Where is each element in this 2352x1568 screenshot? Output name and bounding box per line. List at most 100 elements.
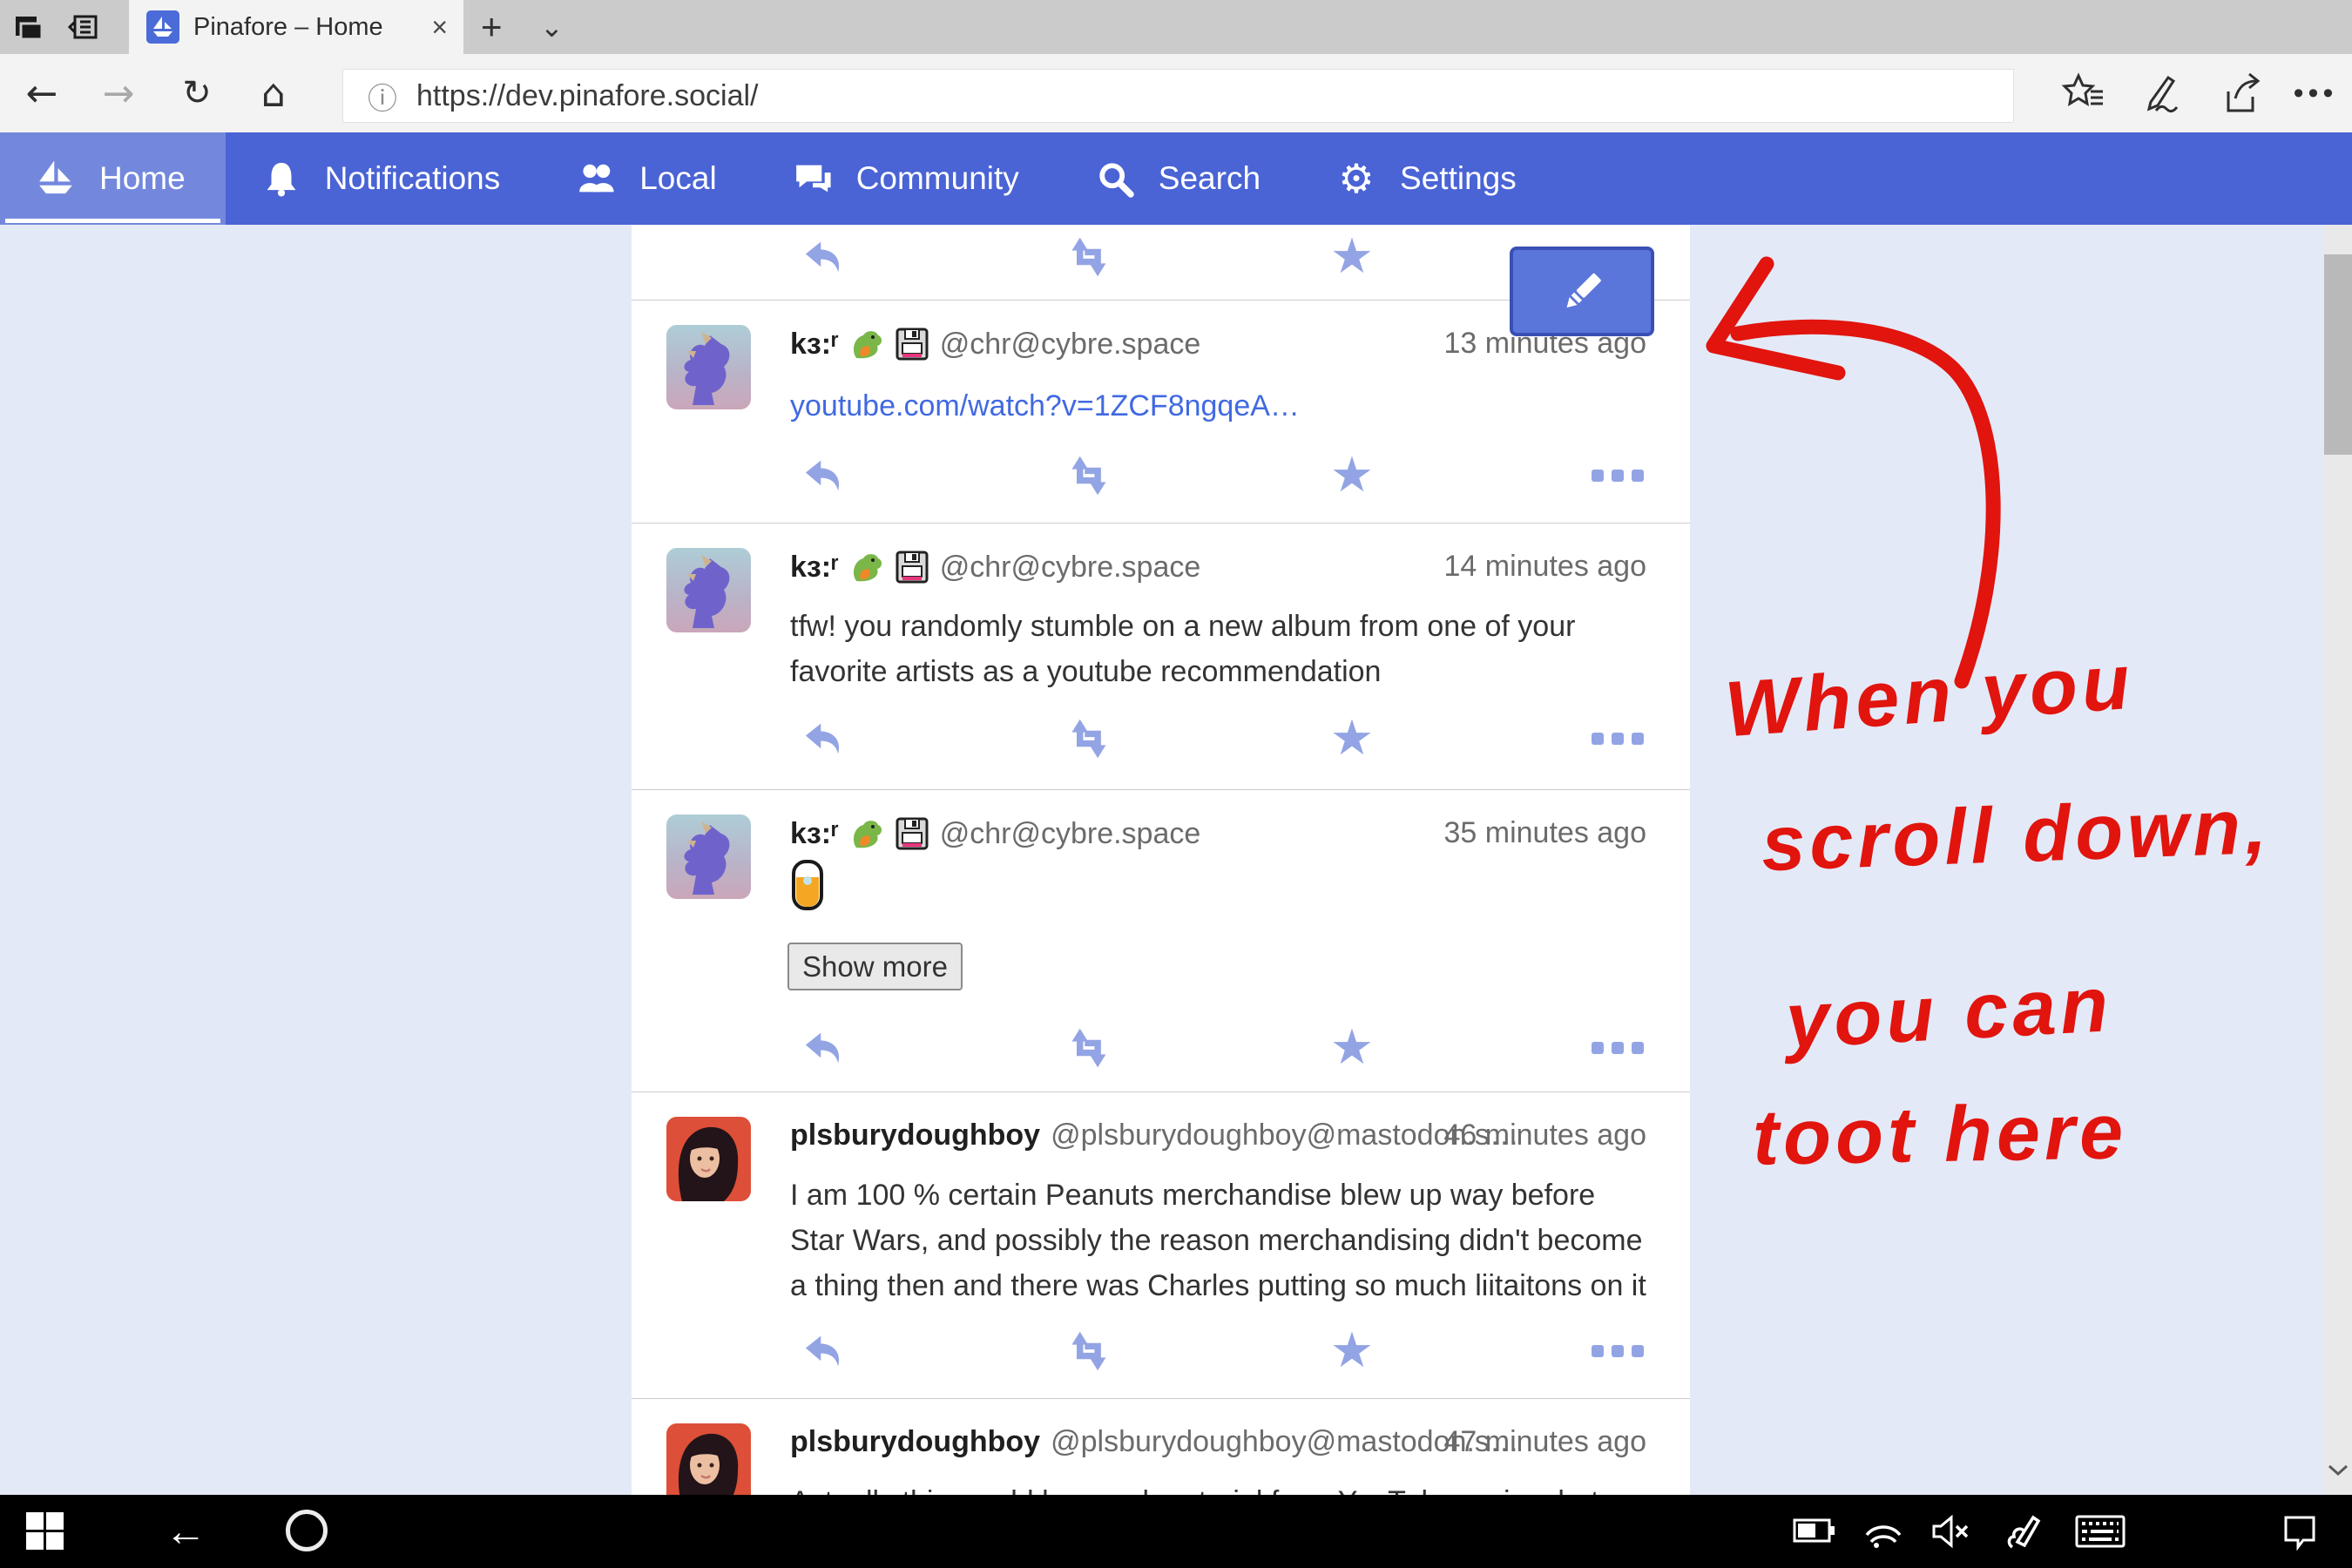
timestamp[interactable]: 14 minutes ago — [1444, 550, 1647, 584]
taskbar-back-button[interactable]: ← — [155, 1495, 216, 1568]
set-tabs-aside-button[interactable] — [64, 9, 103, 45]
timestamp[interactable]: 46 minutes ago — [1444, 1119, 1647, 1152]
nav-label: Notifications — [325, 160, 501, 197]
web-note-button[interactable] — [2126, 54, 2196, 132]
compose-toot-button[interactable] — [1510, 247, 1654, 336]
reply-button[interactable] — [797, 450, 848, 501]
favorite-button[interactable]: ★ — [1327, 1023, 1377, 1073]
account-handle[interactable]: @chr@cybre.space — [940, 328, 1201, 362]
favorite-button[interactable]: ★ — [1327, 232, 1377, 282]
favorite-button[interactable]: ★ — [1327, 450, 1377, 501]
boost-button[interactable] — [1063, 232, 1113, 282]
nav-label: Local — [639, 160, 716, 197]
forward-button[interactable]: → — [87, 54, 150, 132]
favorites-hub-button[interactable] — [2049, 54, 2119, 132]
boost-icon — [1065, 453, 1111, 498]
more-button[interactable] — [1592, 713, 1643, 764]
person-avatar-art — [666, 1423, 751, 1495]
reply-button[interactable] — [797, 1023, 848, 1073]
browser-tab[interactable]: Pinafore – Home × — [129, 0, 463, 54]
more-button[interactable] — [1592, 450, 1643, 501]
tab-preview-button[interactable] — [9, 9, 47, 45]
share-button[interactable] — [2204, 54, 2274, 132]
new-tab-button[interactable]: + — [481, 0, 503, 54]
start-button[interactable] — [24, 1511, 64, 1551]
home-button[interactable]: ⌂ — [242, 54, 305, 132]
tab-dropdown-icon[interactable]: ⌄ — [540, 0, 564, 54]
cortana-circle-icon — [286, 1510, 328, 1551]
star-icon: ★ — [1330, 233, 1374, 281]
show-more-button[interactable]: Show more — [787, 943, 963, 990]
cortana-button[interactable] — [286, 1510, 328, 1551]
timestamp[interactable]: 47 minutes ago — [1444, 1425, 1647, 1459]
nav-item-home[interactable]: Home — [0, 132, 226, 225]
display-name[interactable]: kз:ʳ — [790, 551, 839, 585]
avatar[interactable] — [666, 814, 751, 899]
back-button[interactable]: ← — [10, 54, 73, 132]
toot: kз:ʳ @chr@cybre.space 14 minutes ago tfw… — [632, 523, 1690, 789]
scrollbar-down-arrow[interactable] — [2328, 1463, 2349, 1482]
volume-muted-icon[interactable] — [1930, 1514, 1972, 1549]
refresh-button[interactable]: ↻ — [166, 54, 228, 132]
avatar[interactable] — [666, 325, 751, 409]
person-avatar-art — [666, 1117, 751, 1201]
avatar[interactable] — [666, 1117, 751, 1201]
nav-item-notifications[interactable]: Notifications — [226, 132, 541, 225]
reply-button[interactable] — [797, 232, 848, 282]
wifi-icon[interactable] — [1864, 1514, 1904, 1549]
toot-header: kз:ʳ @chr@cybre.space — [790, 327, 1200, 362]
sailboat-icon — [35, 158, 77, 199]
boost-button[interactable] — [1063, 713, 1113, 764]
more-dots-icon — [1592, 1345, 1644, 1357]
url-text[interactable]: https://dev.pinafore.social/ — [416, 79, 758, 113]
timestamp[interactable]: 35 minutes ago — [1444, 816, 1647, 850]
nav-item-community[interactable]: Community — [757, 132, 1059, 225]
star-icon: ★ — [1330, 714, 1374, 763]
pen-icon[interactable] — [2004, 1512, 2042, 1551]
address-bar[interactable]: ⓘ https://dev.pinafore.social/ — [342, 69, 2014, 123]
nav-item-search[interactable]: Search — [1059, 132, 1301, 225]
toot-header: kз:ʳ @chr@cybre.space — [790, 816, 1200, 851]
favorite-button[interactable]: ★ — [1327, 1326, 1377, 1376]
display-name[interactable]: plsburydoughboy — [790, 1119, 1040, 1152]
dragon-avatar-art — [666, 325, 751, 409]
browser-more-button[interactable]: ••• — [2281, 54, 2350, 132]
battery-icon[interactable] — [1793, 1516, 1836, 1545]
favorite-button[interactable]: ★ — [1327, 713, 1377, 764]
toot-link[interactable]: youtube.com/watch?v=1ZCF8ngqeA… — [790, 383, 1652, 429]
nav-item-settings[interactable]: ⚙ Settings — [1301, 132, 1557, 225]
boost-button[interactable] — [1063, 1023, 1113, 1073]
boost-button[interactable] — [1063, 1326, 1113, 1376]
toot-header: kз:ʳ @chr@cybre.space — [790, 550, 1200, 585]
action-center-button[interactable] — [2281, 1512, 2319, 1551]
display-name[interactable]: kз:ʳ — [790, 328, 839, 362]
site-info-icon[interactable]: ⓘ — [368, 75, 397, 118]
reply-icon — [800, 1328, 845, 1374]
more-button[interactable] — [1592, 1326, 1643, 1376]
star-icon: ★ — [1330, 1024, 1374, 1072]
boost-button[interactable] — [1063, 450, 1113, 501]
nav-label: Settings — [1400, 160, 1517, 197]
avatar[interactable] — [666, 548, 751, 632]
more-dots-icon — [1592, 1042, 1644, 1054]
reply-button[interactable] — [797, 1326, 848, 1376]
pinafore-nav: Home Notifications Local — [0, 132, 2352, 225]
share-icon — [2216, 71, 2261, 116]
reply-icon — [800, 453, 845, 498]
windows-logo-icon — [24, 1511, 64, 1551]
account-handle[interactable]: @chr@cybre.space — [940, 817, 1201, 851]
display-name[interactable]: kз:ʳ — [790, 817, 839, 851]
display-name[interactable]: plsburydoughboy — [790, 1425, 1040, 1459]
account-handle[interactable]: @chr@cybre.space — [940, 551, 1201, 585]
toot: plsburydoughboy @plsburydoughboy@mastodo… — [632, 1092, 1690, 1398]
taskbar: ← — [0, 1495, 2352, 1568]
nav-item-local[interactable]: Local — [540, 132, 756, 225]
avatar[interactable] — [666, 1423, 751, 1495]
toot: kз:ʳ @chr@cybre.space 35 minutes ago Sho… — [632, 789, 1690, 1092]
touch-keyboard-icon[interactable] — [2075, 1515, 2126, 1548]
close-tab-icon[interactable]: × — [431, 13, 448, 41]
reply-button[interactable] — [797, 713, 848, 764]
bell-icon — [260, 158, 302, 199]
scrollbar-thumb[interactable] — [2324, 254, 2352, 455]
more-button[interactable] — [1592, 1023, 1643, 1073]
